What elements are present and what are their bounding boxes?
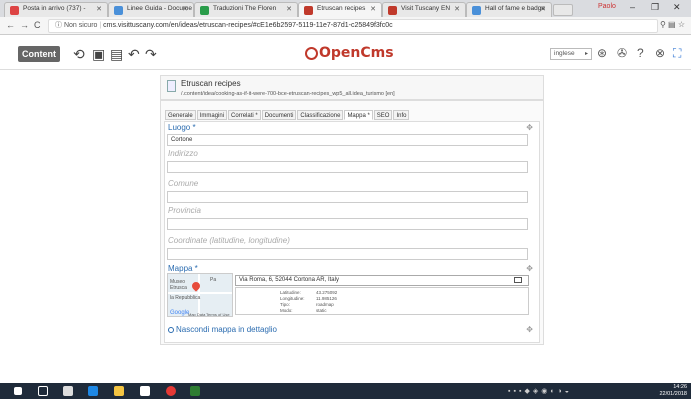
browser-tab[interactable]: Linee Guida - Docume ✕ (108, 2, 194, 17)
history-icon[interactable]: ⟲ (73, 46, 85, 62)
opencms-toolbar: Content ⟲ ▣ ▤ ↶ ↷ OpenCms inglese ▸ ⊛ ✇ ?… (0, 35, 691, 70)
save-exit-icon[interactable]: ▣ (92, 46, 105, 62)
language-select[interactable]: inglese ▸ (550, 48, 592, 60)
map-coordinates: Latitudine: 43.275092 Longitudine: 11.98… (235, 287, 529, 315)
close-icon[interactable]: ✕ (454, 5, 460, 13)
windows-taskbar: ▪▪▪◆◈◉◐◑◒ 14:26 22/01/2018 (0, 383, 691, 399)
hide-map-toggle[interactable]: Nascondi mappa in dettaglio (168, 325, 277, 334)
undo-icon[interactable]: ↶ (128, 46, 140, 62)
resource-title: Etruscan recipes (181, 79, 241, 88)
url-input[interactable]: ⓘ Non sicuro | cms.visittuscany.com/en/i… (48, 19, 658, 33)
task-view-icon[interactable] (38, 386, 48, 396)
coordinate-input[interactable] (167, 248, 528, 260)
pin-icon[interactable]: ✥ (526, 123, 533, 132)
tab-documenti[interactable]: Documenti (261, 110, 297, 120)
folder-icon[interactable] (514, 277, 522, 283)
tab-classificazione[interactable]: Classificazione (297, 110, 344, 120)
pin-icon[interactable]: ✥ (526, 264, 533, 273)
browser-tab-active[interactable]: Etruscan recipes ✕ (298, 2, 382, 17)
opencms-icon (304, 6, 313, 15)
fullscreen-icon[interactable]: ⛶ (673, 46, 681, 61)
indirizzo-label: Indirizzo (168, 149, 198, 158)
excel-icon[interactable] (190, 386, 200, 396)
resource-path: /.content/idea/cooking-as-if-it-were-700… (181, 91, 395, 97)
indirizzo-input[interactable] (167, 161, 528, 173)
checkbox-icon[interactable] (168, 326, 174, 333)
tab-correlati[interactable]: Correlati * (228, 110, 261, 120)
coordinate-label: Coordinate (latitudine, longitudine) (168, 236, 290, 245)
system-tray-icons[interactable]: ▪▪▪◆◈◉◐◑◒ (508, 387, 572, 395)
mappa-label: Mappa * (168, 264, 198, 273)
provincia-label: Provincia (168, 206, 201, 215)
windows-start-icon[interactable] (14, 387, 22, 395)
editor-tabs: Generale Immagini Correlati * Documenti Clas… (165, 110, 410, 120)
gmail-icon (10, 6, 19, 15)
sheets-icon (200, 6, 209, 15)
map-preview[interactable]: Museo Etrusca la Repubblica Pa Google Ma… (167, 273, 233, 317)
tab-mappa[interactable]: Mappa * (344, 110, 373, 120)
redo-icon[interactable]: ↷ (145, 46, 157, 62)
file-explorer-icon[interactable] (114, 386, 124, 396)
docs-icon (472, 6, 481, 15)
question-icon[interactable]: ? (637, 46, 644, 60)
back-icon[interactable]: ← (6, 20, 15, 30)
provincia-input[interactable] (167, 218, 528, 230)
clock[interactable]: 14:26 22/01/2018 (659, 384, 687, 398)
tab-generale[interactable]: Generale (165, 110, 196, 120)
close-icon[interactable]: ✕ (96, 5, 102, 13)
store-icon[interactable] (63, 386, 73, 396)
mail-icon[interactable] (140, 386, 150, 396)
edge-icon[interactable] (88, 386, 98, 396)
minimize-icon[interactable]: – (630, 2, 635, 12)
map-address-input[interactable]: Via Roma, 6, 52044 Cortona AR, Italy (235, 275, 529, 286)
pin-icon[interactable]: ✥ (526, 325, 533, 334)
close-editor-icon[interactable]: ⊗ (655, 46, 665, 60)
settings-icon[interactable]: ✇ (617, 46, 627, 60)
opencms-icon (388, 6, 397, 15)
luogo-label: Luogo * (168, 123, 196, 132)
docs-icon (114, 6, 123, 15)
tab-seo[interactable]: SEO (373, 110, 393, 120)
address-bar: ← → C ⓘ Non sicuro | cms.visittuscany.co… (0, 17, 691, 35)
browser-tab[interactable]: Visit Tuscany EN ✕ (382, 2, 466, 17)
reload-icon[interactable]: C (34, 20, 41, 30)
save-icon[interactable]: ▤ (110, 46, 123, 62)
map-form: Luogo * ✥ Cortone Indirizzo Comune Provi… (164, 121, 540, 343)
luogo-input[interactable]: Cortone (167, 134, 528, 146)
comune-label: Comune (168, 179, 199, 188)
close-icon[interactable]: ✕ (286, 5, 292, 13)
info-icon[interactable]: ⓘ (55, 22, 64, 29)
new-tab-button[interactable] (553, 4, 573, 16)
browser-tab[interactable]: Hall of fame e badge ✕ (466, 2, 552, 17)
close-icon[interactable]: ✕ (182, 5, 188, 13)
forward-icon[interactable]: → (20, 20, 29, 30)
bookmark-icon[interactable]: ⚲ ▤ ☆ (660, 20, 685, 29)
document-icon (167, 80, 176, 92)
content-button[interactable]: Content (18, 46, 60, 62)
comune-input[interactable] (167, 191, 528, 203)
tab-immagini[interactable]: Immagini (196, 110, 228, 120)
resource-header: Etruscan recipes /.content/idea/cooking-… (160, 75, 544, 100)
chrome-icon[interactable] (166, 386, 176, 396)
close-icon[interactable]: ✕ (540, 5, 546, 13)
browser-tab[interactable]: Posta in arrivo (737) - ✕ (4, 2, 108, 17)
tab-info[interactable]: Info (393, 110, 410, 120)
close-window-icon[interactable]: ✕ (673, 2, 681, 13)
close-icon[interactable]: ✕ (370, 5, 376, 13)
browser-tabstrip: Posta in arrivo (737) - ✕ Linee Guida - … (0, 0, 691, 17)
help-icon[interactable]: ⊛ (597, 46, 607, 60)
opencms-logo: OpenCms (305, 45, 394, 61)
browser-tab[interactable]: Traduzioni The Floren ✕ (194, 2, 298, 17)
maximize-icon[interactable]: ❐ (651, 2, 659, 13)
profile-name[interactable]: Paolo (598, 3, 616, 10)
